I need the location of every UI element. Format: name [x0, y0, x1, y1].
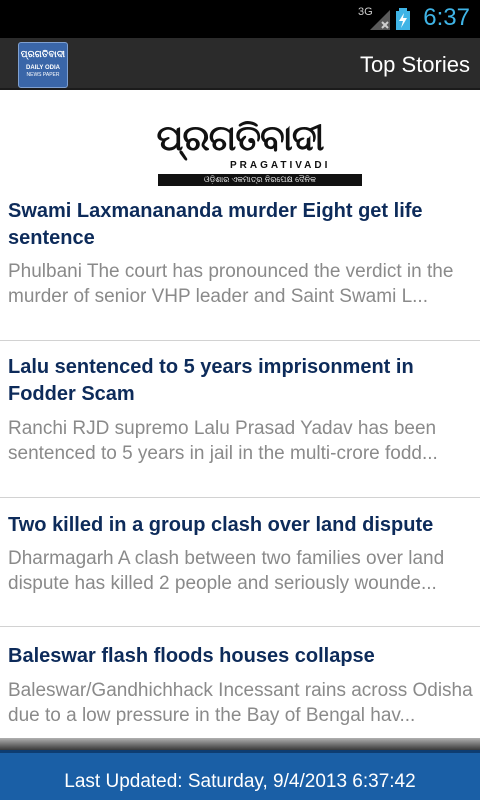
- story-summary: Phulbani The court has pronounced the ve…: [8, 261, 454, 307]
- story-summary: Dharmagarh A clash between two families …: [8, 548, 445, 594]
- story-summary: Baleswar/Gandhichhack Incessant rains ac…: [8, 680, 473, 726]
- status-bar: 3G 6:37: [0, 0, 480, 38]
- story-summary: Ranchi RJD supremo Lalu Prasad Yadav has…: [8, 418, 438, 464]
- logo-wordmark: ପ୍ରଗତିବାଦୀ: [156, 117, 325, 159]
- app-icon-odia-text: ପ୍ରଗତିବାଦୀ: [20, 49, 66, 59]
- clock: 6:37: [423, 4, 470, 31]
- last-updated-bar: Last Updated: Saturday, 9/4/2013 6:37:42: [0, 750, 480, 800]
- app-icon-line2: DAILY ODIA: [25, 65, 60, 71]
- logo-tagline: ଓଡ଼ିଶାର ଏକମାତ୍ର ନିରପେକ୍ଷ ଦୈନିକ: [158, 174, 362, 186]
- list-item[interactable]: Baleswar flash floods houses collapse Ba…: [0, 627, 480, 738]
- app-logo-icon[interactable]: ପ୍ରଗତିବାଦୀ DAILY ODIA NEWS PAPER: [18, 42, 68, 88]
- action-bar: ପ୍ରଗତିବାଦୀ DAILY ODIA NEWS PAPER Top Sto…: [0, 38, 480, 90]
- signal-icon: [370, 10, 390, 30]
- list-item[interactable]: Two killed in a group clash over land di…: [0, 498, 480, 626]
- story-headline[interactable]: Two killed in a group clash over land di…: [8, 512, 476, 539]
- last-updated-text: Last Updated: Saturday, 9/4/2013 6:37:42: [64, 771, 416, 792]
- logo-roman-text: PRAGATIVADI: [230, 160, 331, 171]
- list-scroll-shadow: [0, 738, 480, 750]
- story-headline[interactable]: Swami Laxmanananda murder Eight get life…: [8, 198, 476, 252]
- masthead-logo: ପ୍ରଗତିବାଦୀ PRAGATIVADI ଓଡ଼ିଶାର ଏକମାତ୍ର ନ…: [110, 118, 370, 186]
- battery-charging-icon: [396, 8, 410, 30]
- app-icon-line3: NEWS PAPER: [26, 72, 60, 78]
- list-item[interactable]: Lalu sentenced to 5 years imprisonment i…: [0, 341, 480, 497]
- page-title: Top Stories: [359, 52, 470, 77]
- list-item[interactable]: Swami Laxmanananda murder Eight get life…: [0, 194, 480, 340]
- story-headline[interactable]: Baleswar flash floods houses collapse: [8, 643, 476, 670]
- story-headline[interactable]: Lalu sentenced to 5 years imprisonment i…: [8, 354, 476, 408]
